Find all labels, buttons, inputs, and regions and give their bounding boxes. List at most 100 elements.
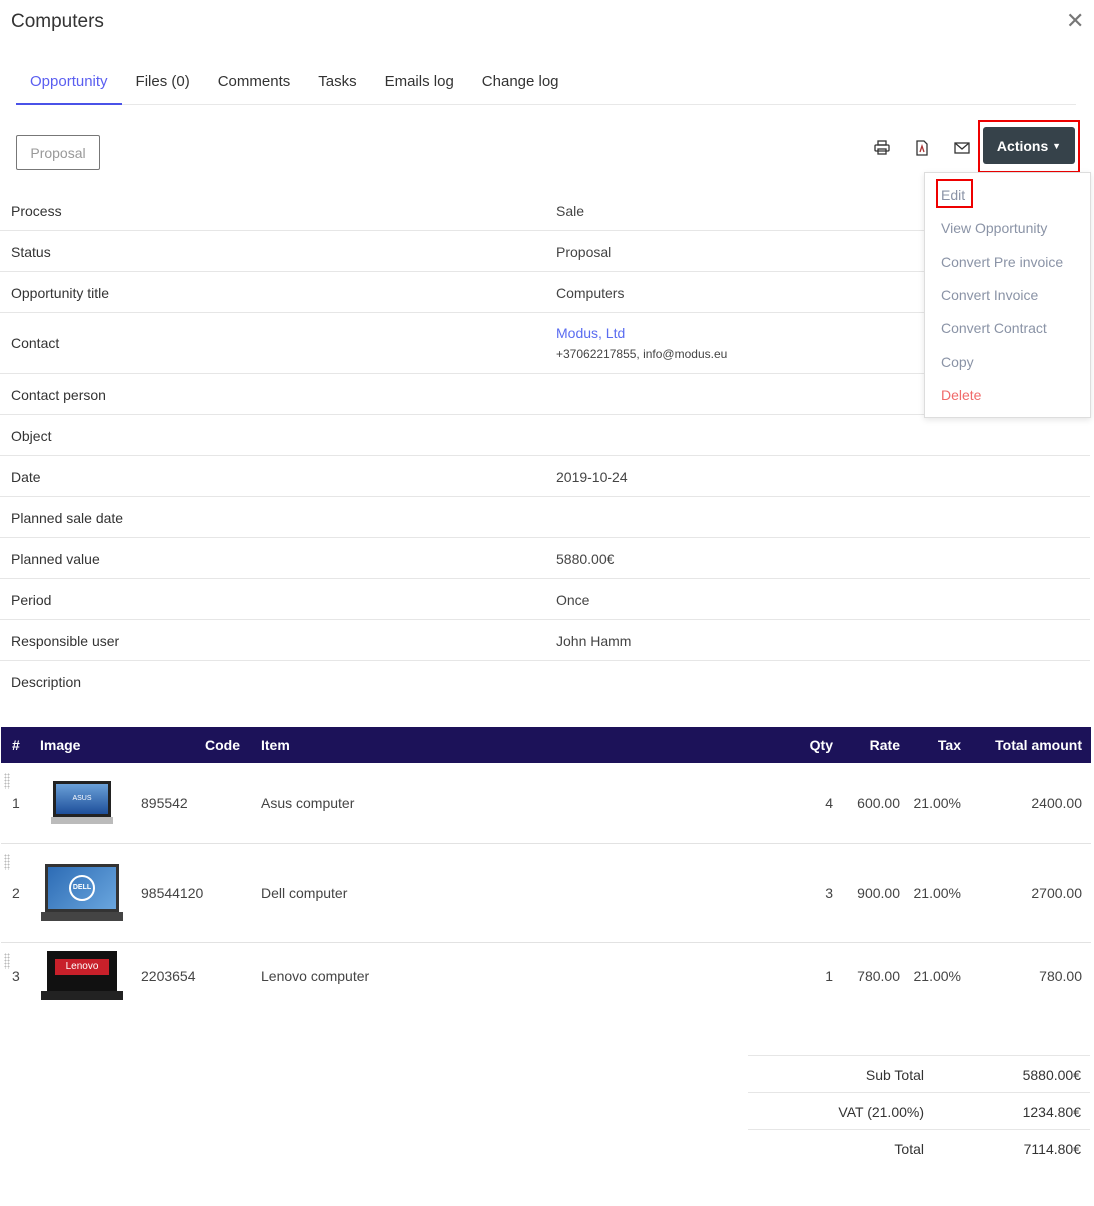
detail-row: Responsible user John Hamm <box>0 620 1090 661</box>
pdf-icon[interactable] <box>913 139 931 157</box>
close-icon[interactable]: ✕ <box>1066 8 1084 34</box>
detail-label: Date <box>11 469 41 485</box>
menu-item-convert-pre-invoice[interactable]: Convert Pre invoice <box>941 254 1063 270</box>
detail-label: Opportunity title <box>11 285 110 301</box>
modal-title: Computers <box>11 11 104 32</box>
col-tax: Tax <box>937 737 961 753</box>
col-number: # <box>12 737 20 753</box>
detail-value: Proposal <box>556 244 612 260</box>
tab-change-log[interactable]: Change log <box>468 64 573 105</box>
row-number: 1 <box>12 795 20 811</box>
tab-files[interactable]: Files (0) <box>122 64 204 105</box>
status-button[interactable]: Proposal <box>16 135 100 170</box>
row-code: 98544120 <box>141 885 204 901</box>
detail-label: Contact person <box>11 387 106 403</box>
caret-down-icon: ▼ <box>1052 140 1062 151</box>
actions-label: Actions <box>996 137 1049 154</box>
vat-label: VAT (21.00%) <box>838 1104 924 1120</box>
row-rate: 600.00 <box>857 795 900 811</box>
total-label: Total <box>894 1141 924 1157</box>
menu-item-convert-contract[interactable]: Convert Contract <box>941 320 1047 336</box>
detail-value: Sale <box>556 203 585 219</box>
product-image: DELL <box>41 864 123 921</box>
tab-tasks[interactable]: Tasks <box>304 64 370 105</box>
row-item: Dell computer <box>261 885 348 901</box>
detail-value: 5880.00€ <box>556 551 615 567</box>
row-number: 2 <box>12 885 20 901</box>
col-total: Total amount <box>995 737 1082 753</box>
row-total: 780.00 <box>1039 968 1082 984</box>
tab-comments[interactable]: Comments <box>204 64 305 105</box>
detail-label: Responsible user <box>11 633 120 649</box>
menu-item-copy[interactable]: Copy <box>941 354 974 370</box>
email-icon[interactable] <box>953 139 971 157</box>
total-value: 7114.80€ <box>1023 1141 1081 1157</box>
detail-label: Contact <box>11 335 60 351</box>
col-item: Item <box>261 737 290 753</box>
detail-label: Object <box>11 428 52 444</box>
row-qty: 4 <box>825 795 833 811</box>
detail-value: John Hamm <box>556 633 632 649</box>
edit-highlight <box>936 179 973 208</box>
row-tax: 21.00% <box>913 885 961 901</box>
detail-row: Description <box>0 661 1090 702</box>
row-item: Lenovo computer <box>261 968 370 984</box>
row-tax: 21.00% <box>913 968 961 984</box>
contact-info: +37062217855, info@modus.eu <box>556 347 728 361</box>
row-qty: 3 <box>825 885 833 901</box>
detail-row: Planned value 5880.00€ <box>0 538 1090 579</box>
row-total: 2400.00 <box>1031 795 1082 811</box>
subtotal-value: 5880.00€ <box>1022 1067 1081 1083</box>
drag-handle-icon[interactable] <box>4 773 10 789</box>
detail-value: Once <box>556 592 590 608</box>
tab-bar: Opportunity Files (0) Comments Tasks Ema… <box>16 64 1076 105</box>
subtotal-row: Sub Total 5880.00€ <box>748 1055 1090 1092</box>
detail-label: Planned sale date <box>11 510 124 526</box>
tab-opportunity[interactable]: Opportunity <box>16 64 122 105</box>
detail-label: Description <box>11 674 82 690</box>
row-code: 895542 <box>141 795 188 811</box>
row-number: 3 <box>12 968 20 984</box>
table-header: # Image Code Item Qty Rate Tax Total amo… <box>1 727 1091 763</box>
detail-row: Date 2019-10-24 <box>0 456 1090 497</box>
print-icon[interactable] <box>873 139 891 157</box>
col-rate: Rate <box>869 737 900 753</box>
detail-row: Period Once <box>0 579 1090 620</box>
table-row: 3 Lenovo 2203654 Lenovo computer 1 780.0… <box>1 943 1091 1010</box>
row-total: 2700.00 <box>1031 885 1082 901</box>
menu-item-convert-invoice[interactable]: Convert Invoice <box>941 287 1038 303</box>
row-code: 2203654 <box>141 968 196 984</box>
drag-handle-icon[interactable] <box>4 854 10 870</box>
detail-label: Status <box>11 244 51 260</box>
contact-link[interactable]: Modus, Ltd <box>556 325 625 341</box>
table-row: 2 DELL 98544120 Dell computer 3 900.00 2… <box>1 844 1091 943</box>
subtotal-label: Sub Total <box>865 1067 924 1083</box>
col-image: Image <box>40 737 81 753</box>
row-qty: 1 <box>825 968 833 984</box>
row-tax: 21.00% <box>913 795 961 811</box>
product-image: Lenovo <box>41 951 123 1000</box>
vat-value: 1234.80€ <box>1022 1104 1081 1120</box>
detail-value: 2019-10-24 <box>556 469 628 485</box>
row-rate: 900.00 <box>857 885 900 901</box>
col-code: Code <box>205 737 240 753</box>
drag-handle-icon[interactable] <box>4 953 10 969</box>
detail-label: Period <box>11 592 52 608</box>
table-row: 1 ASUS 895542 Asus computer 4 600.00 21.… <box>1 763 1091 844</box>
row-item: Asus computer <box>261 795 355 811</box>
menu-item-view-opportunity[interactable]: View Opportunity <box>941 220 1047 236</box>
detail-label: Planned value <box>11 551 100 567</box>
detail-value: Computers <box>556 285 625 301</box>
col-qty: Qty <box>809 737 833 753</box>
menu-item-delete[interactable]: Delete <box>941 387 981 403</box>
detail-label: Process <box>11 203 62 219</box>
actions-button[interactable]: Actions ▼ <box>983 127 1075 164</box>
total-row: Total 7114.80€ <box>748 1129 1090 1166</box>
product-image: ASUS <box>51 781 113 824</box>
tab-emails-log[interactable]: Emails log <box>371 64 468 105</box>
detail-row: Object <box>0 415 1090 456</box>
vat-row: VAT (21.00%) 1234.80€ <box>748 1092 1090 1129</box>
detail-row: Planned sale date <box>0 497 1090 538</box>
row-rate: 780.00 <box>857 968 900 984</box>
actions-menu: Edit View Opportunity Convert Pre invoic… <box>924 172 1091 418</box>
